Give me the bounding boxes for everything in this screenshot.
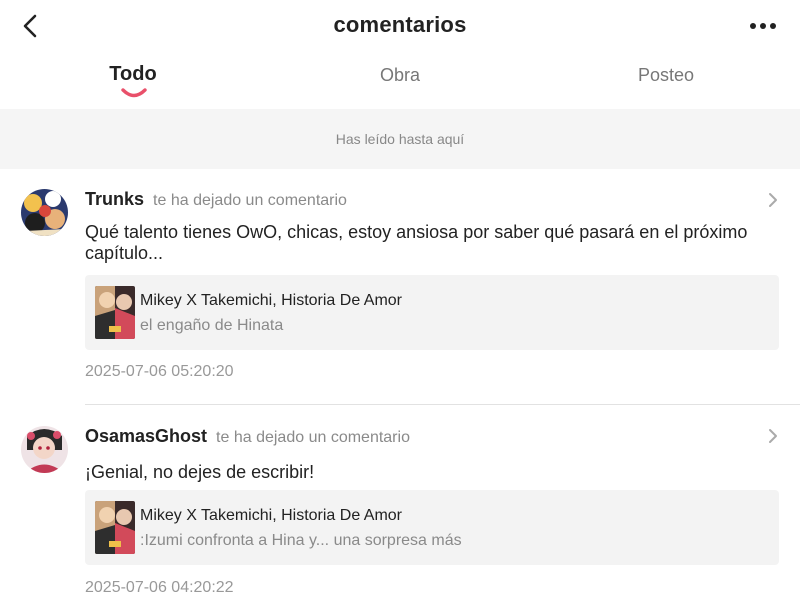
comment-item[interactable]: OsamasGhost te ha dejado un comentario ¡… xyxy=(0,405,800,600)
tab-todo[interactable]: Todo xyxy=(105,63,161,86)
chevron-right-icon[interactable] xyxy=(766,427,780,445)
comment-timestamp: 2025-07-06 04:20:22 xyxy=(85,579,234,596)
work-card[interactable]: Mikey X Takemichi, Historia De Amor :Izu… xyxy=(85,490,779,565)
chevron-right-icon[interactable] xyxy=(766,191,780,209)
username[interactable]: Trunks xyxy=(85,189,144,210)
tab-bar: Todo Obra Posteo xyxy=(0,52,800,109)
comment-text: ¡Genial, no dejes de escribir! xyxy=(85,462,315,482)
avatar[interactable] xyxy=(21,189,68,236)
active-tab-indicator xyxy=(121,88,147,98)
comment-header: Trunks te ha dejado un comentario xyxy=(85,189,347,210)
comment-header: OsamasGhost te ha dejado un comentario xyxy=(85,426,410,447)
work-card[interactable]: Mikey X Takemichi, Historia De Amor el e… xyxy=(85,275,779,350)
tab-obra[interactable]: Obra xyxy=(372,65,428,86)
page-title: comentarios xyxy=(333,12,467,37)
more-horizontal-icon xyxy=(750,23,776,29)
work-cover-image xyxy=(95,286,135,339)
comment-list: Trunks te ha dejado un comentario Qué ta… xyxy=(0,169,800,600)
read-position-text: Has leído hasta aquí xyxy=(335,131,465,147)
avatar-image xyxy=(21,426,68,473)
chapter-title: el engaño de Hinata xyxy=(140,317,284,334)
tab-posteo[interactable]: Posteo xyxy=(630,65,702,86)
chapter-title: :Izumi confronta a Hina y... una sorpres… xyxy=(140,532,462,549)
comment-text: Qué talento tienes OwO, chicas, estoy an… xyxy=(85,222,748,263)
avatar-image xyxy=(21,189,68,236)
top-bar: comentarios xyxy=(0,0,800,52)
read-position-banner: Has leído hasta aquí xyxy=(0,109,800,169)
work-title: Mikey X Takemichi, Historia De Amor xyxy=(140,507,402,524)
username[interactable]: OsamasGhost xyxy=(85,426,207,447)
work-title: Mikey X Takemichi, Historia De Amor xyxy=(140,292,402,309)
comment-action-text: te ha dejado un comentario xyxy=(153,192,347,209)
comment-action-text: te ha dejado un comentario xyxy=(216,429,410,446)
comment-item[interactable]: Trunks te ha dejado un comentario Qué ta… xyxy=(0,169,800,405)
comment-timestamp: 2025-07-06 05:20:20 xyxy=(85,363,234,380)
work-cover-image xyxy=(95,501,135,554)
more-options-button[interactable] xyxy=(746,14,780,38)
avatar[interactable] xyxy=(21,426,68,473)
